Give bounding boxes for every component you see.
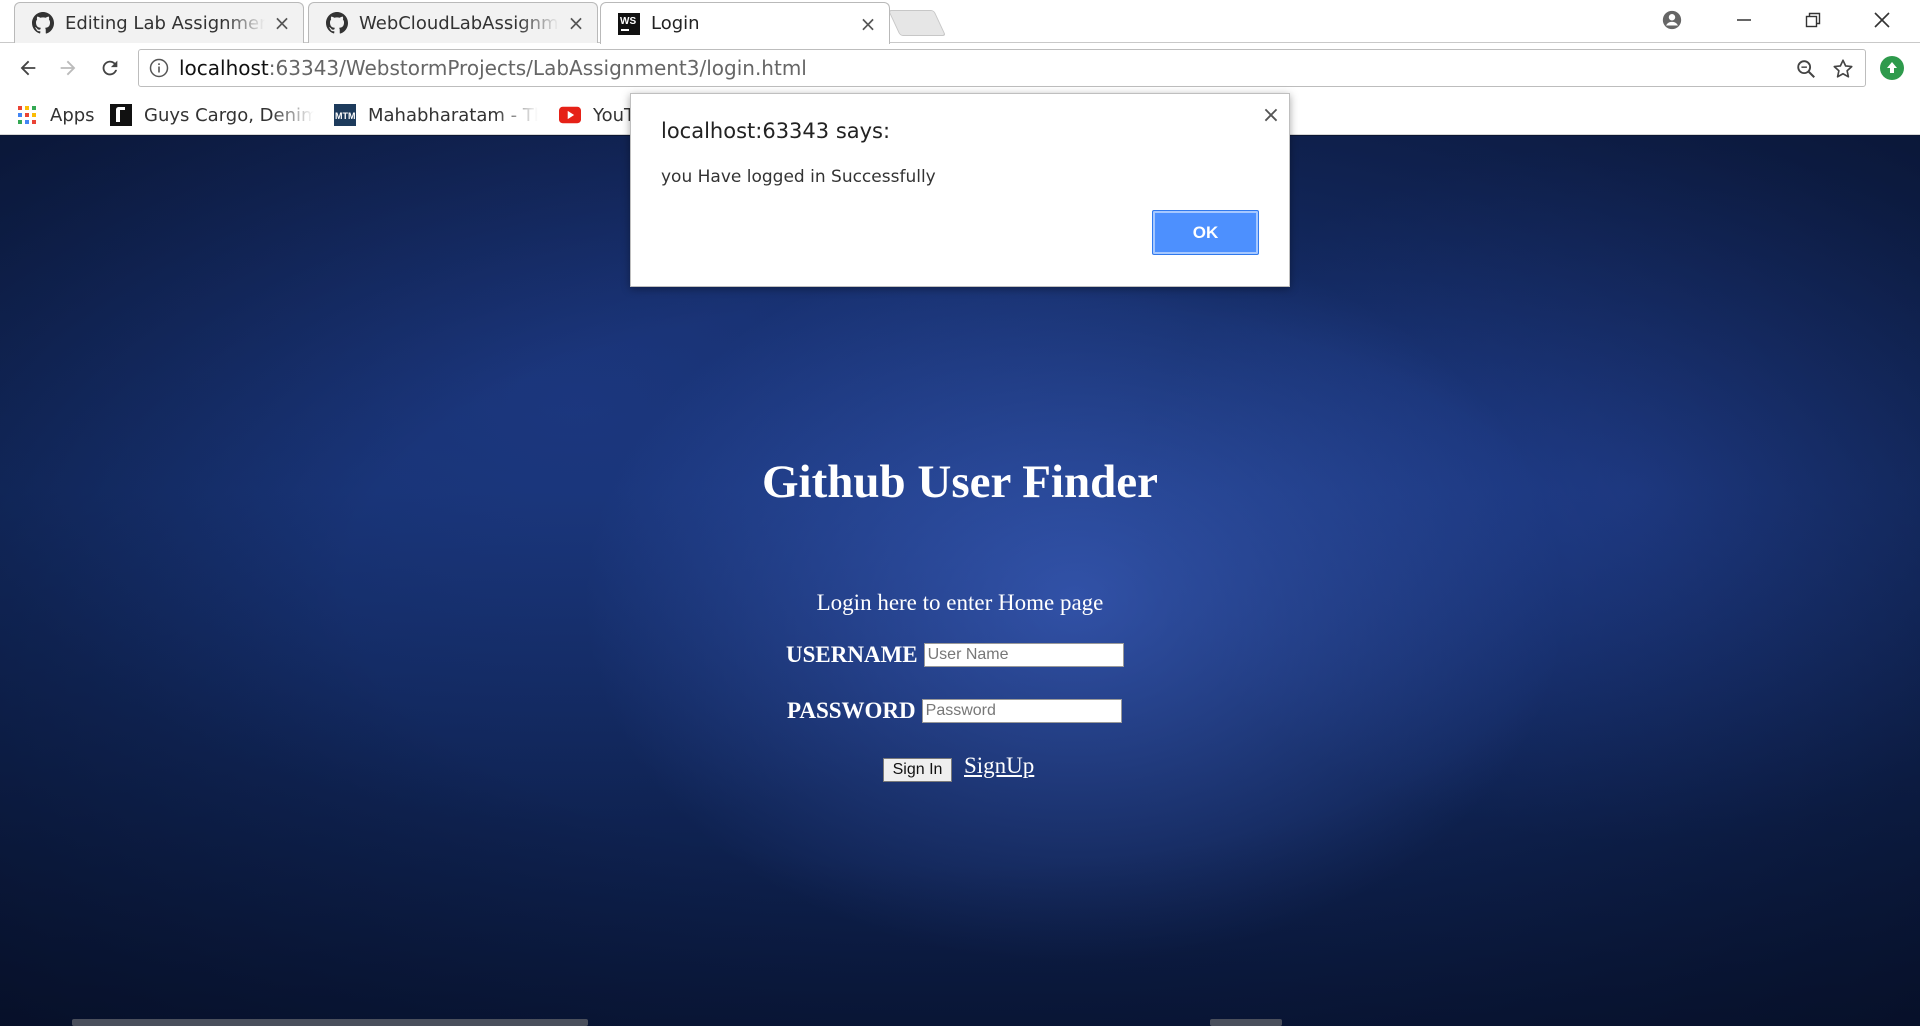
close-window-icon[interactable] bbox=[1852, 0, 1912, 40]
tab-title: WebCloudLabAssignments bbox=[359, 12, 559, 34]
youtube-icon bbox=[559, 104, 581, 126]
username-input[interactable] bbox=[923, 643, 1124, 667]
horizontal-scrollbar-thumb[interactable] bbox=[72, 1019, 588, 1026]
password-row: PASSWORD bbox=[787, 698, 1122, 724]
dialog-message: you Have logged in Successfully bbox=[661, 167, 936, 187]
password-input[interactable] bbox=[921, 699, 1122, 723]
sign-up-link[interactable]: SignUp bbox=[964, 753, 1034, 779]
dialog-title: localhost:63343 says: bbox=[661, 119, 891, 143]
apps-grid-icon bbox=[16, 104, 38, 126]
address-bar[interactable]: localhost:63343/WebstormProjects/LabAssi… bbox=[138, 49, 1866, 87]
close-tab-icon[interactable]: × bbox=[271, 12, 293, 34]
bookmark-label: Guys Cargo, Denim & bbox=[144, 104, 314, 126]
username-row: USERNAME bbox=[786, 642, 1124, 668]
bookmark-mahabharatam[interactable]: MTM Mahabharatam - The bbox=[334, 102, 538, 128]
bookmark-guys-cargo[interactable]: Guys Cargo, Denim & bbox=[110, 102, 314, 128]
new-tab-button[interactable] bbox=[887, 10, 947, 36]
github-icon bbox=[325, 11, 349, 35]
bookmark-label: Apps bbox=[50, 104, 95, 126]
profile-icon[interactable] bbox=[1642, 0, 1702, 40]
url-host: localhost bbox=[179, 56, 269, 80]
horizontal-scrollbar-segment[interactable] bbox=[1210, 1019, 1282, 1026]
tab-title: Login bbox=[651, 13, 700, 34]
tab-editing-lab-assignment[interactable]: Editing Lab Assignment 3 × bbox=[14, 2, 304, 43]
back-arrow-icon[interactable] bbox=[12, 52, 44, 84]
extension-upload-icon[interactable] bbox=[1880, 56, 1904, 80]
close-tab-icon[interactable]: × bbox=[565, 12, 587, 34]
sign-in-button[interactable]: Sign In bbox=[883, 758, 952, 782]
info-icon[interactable] bbox=[149, 58, 169, 78]
github-icon bbox=[31, 11, 55, 35]
tab-strip: Editing Lab Assignment 3 × WebCloudLabAs… bbox=[0, 0, 1920, 44]
mahabharatam-icon: MTM bbox=[334, 104, 356, 126]
close-tab-icon[interactable]: × bbox=[857, 13, 879, 35]
restore-icon[interactable] bbox=[1783, 0, 1843, 40]
ok-button[interactable]: OK bbox=[1152, 210, 1259, 255]
guys-cargo-icon bbox=[110, 104, 132, 126]
svg-text:MTM: MTM bbox=[335, 111, 356, 121]
browser-toolbar: localhost:63343/WebstormProjects/LabAssi… bbox=[0, 43, 1920, 93]
tab-title: Editing Lab Assignment 3 bbox=[65, 12, 265, 34]
svg-text:WS: WS bbox=[620, 16, 636, 27]
bookmark-apps[interactable]: Apps bbox=[16, 102, 95, 128]
tab-webcloud-lab-assignments[interactable]: WebCloudLabAssignments × bbox=[308, 2, 598, 43]
login-subtitle: Login here to enter Home page bbox=[816, 590, 1104, 615]
username-label: USERNAME bbox=[786, 642, 918, 667]
zoom-icon[interactable] bbox=[1795, 58, 1817, 80]
url-text[interactable]: localhost:63343/WebstormProjects/LabAssi… bbox=[179, 56, 807, 80]
minimize-icon[interactable] bbox=[1714, 0, 1774, 40]
reload-icon[interactable] bbox=[94, 52, 126, 84]
bookmark-label: Mahabharatam - The bbox=[368, 104, 538, 126]
url-path: :63343/WebstormProjects/LabAssignment3/l… bbox=[268, 56, 807, 80]
password-label: PASSWORD bbox=[787, 698, 916, 723]
forward-arrow-icon[interactable] bbox=[52, 52, 84, 84]
tab-login[interactable]: WS Login × bbox=[600, 2, 890, 44]
bookmark-star-icon[interactable] bbox=[1832, 58, 1854, 80]
page-title: Github User Finder bbox=[761, 456, 1159, 508]
webstorm-icon: WS bbox=[617, 12, 641, 36]
alert-dialog: localhost:63343 says: × you Have logged … bbox=[630, 93, 1290, 287]
close-icon[interactable]: × bbox=[1259, 104, 1283, 128]
